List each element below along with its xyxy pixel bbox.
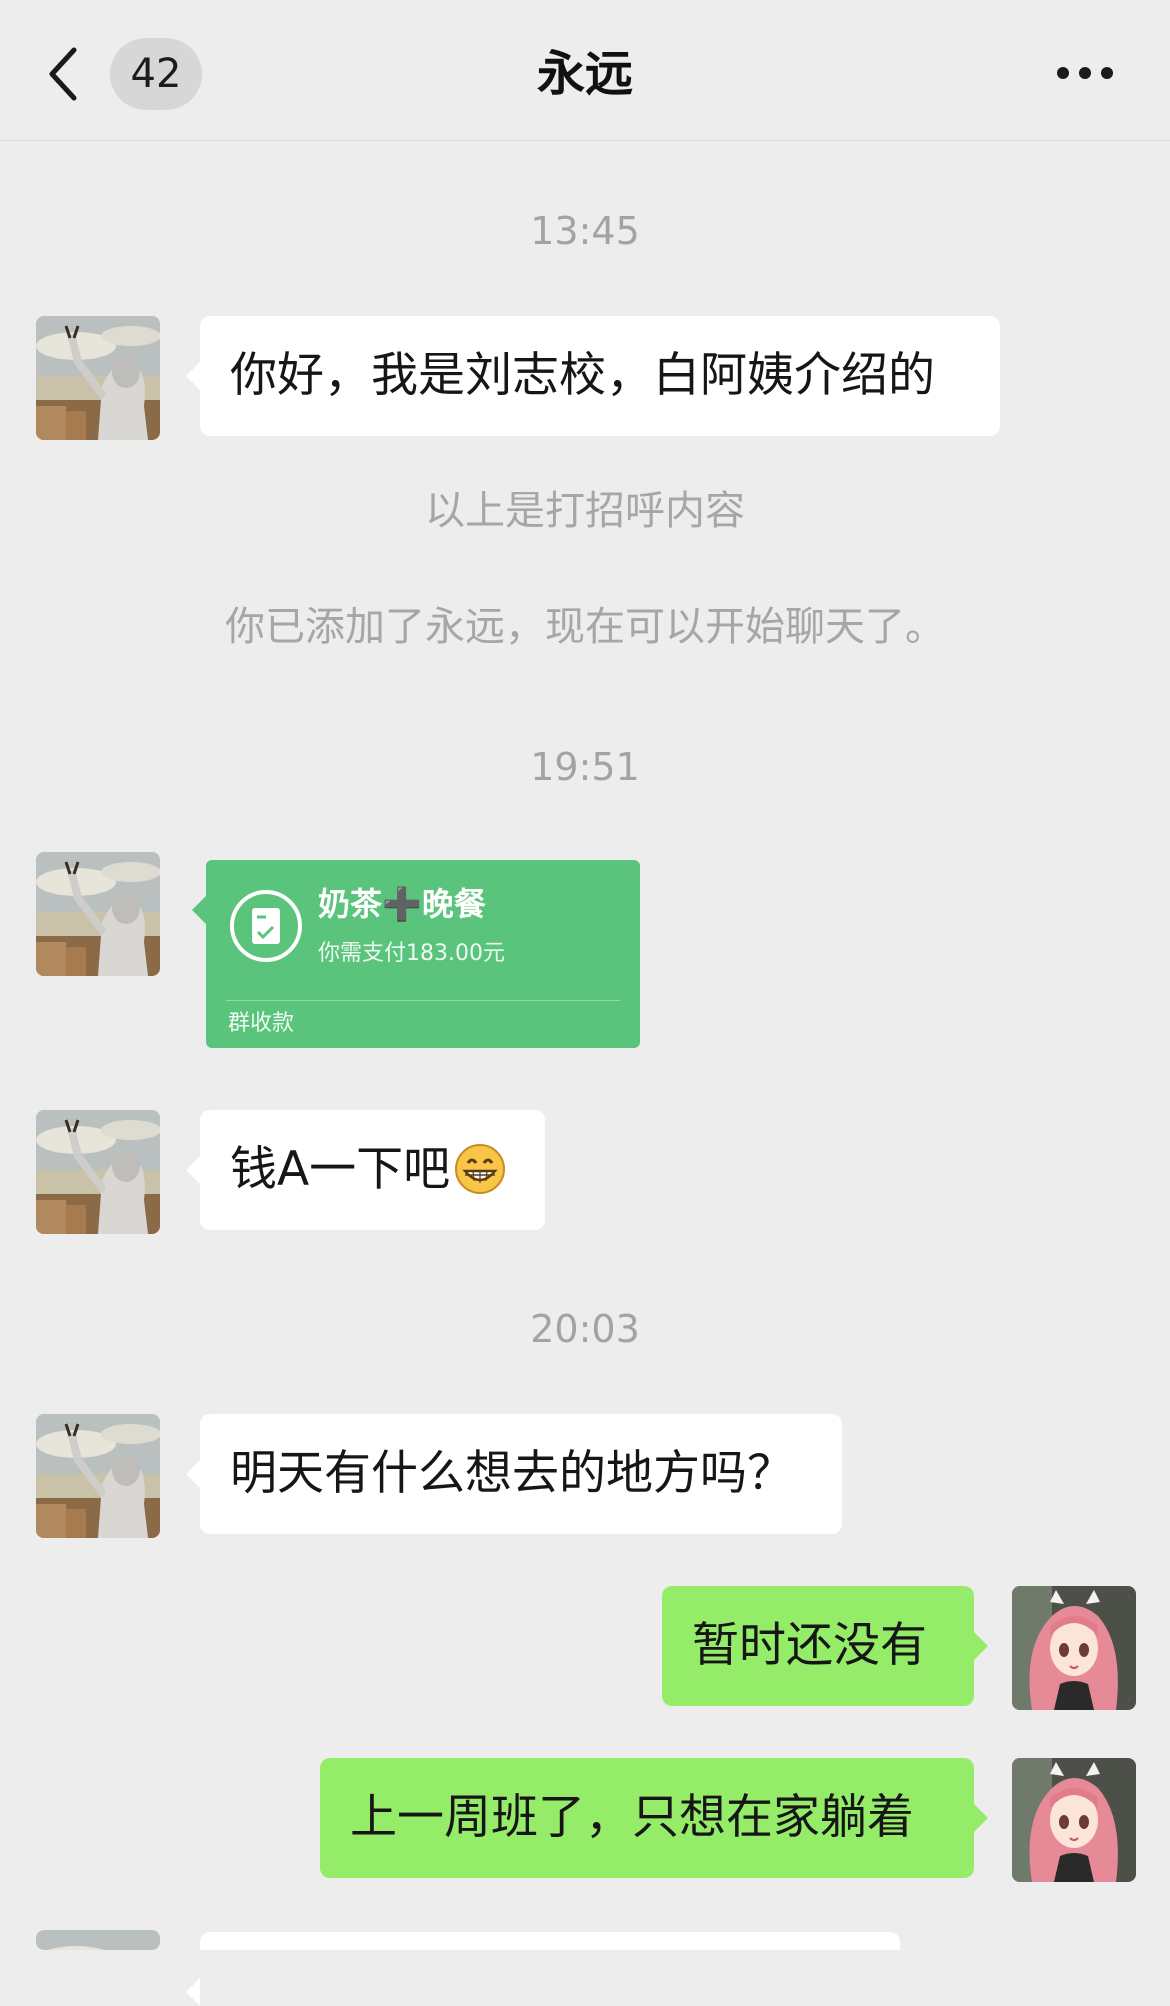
grinning-face-emoji-icon [455, 1143, 506, 1194]
collection-amount: 你需支付183.00元 [318, 941, 505, 966]
timestamp: 19:51 [530, 745, 640, 789]
back-arrow-icon[interactable] [44, 44, 84, 104]
contact-avatar[interactable] [36, 1930, 160, 1950]
contact-avatar[interactable] [36, 852, 160, 976]
chat-header: 42 永远 [0, 0, 1170, 141]
contact-avatar[interactable] [36, 1110, 160, 1234]
outgoing-message-bubble[interactable]: 暂时还没有 [662, 1586, 988, 1706]
collection-label: 群收款 [228, 1011, 295, 1036]
outgoing-message-bubble[interactable]: 上一周班了，只想在家躺着 [320, 1758, 988, 1878]
bill-icon [230, 890, 302, 962]
incoming-message-bubble-partial[interactable] [186, 1932, 900, 2006]
unread-count-badge[interactable]: 42 [110, 38, 202, 110]
chat-title: 永远 [536, 46, 633, 102]
timestamp: 13:45 [530, 209, 640, 253]
incoming-message-bubble[interactable]: 钱A一下吧 [186, 1110, 545, 1230]
contact-avatar[interactable] [36, 316, 160, 440]
card-divider [226, 1000, 620, 1001]
collection-title: 奶茶➕晚餐 [318, 885, 486, 923]
my-avatar[interactable] [1012, 1586, 1136, 1710]
group-collection-card[interactable]: 奶茶➕晚餐 你需支付183.00元 群收款 [192, 860, 640, 1048]
incoming-message-bubble[interactable]: 明天有什么想去的地方吗？ [186, 1414, 842, 1534]
more-options-icon[interactable] [1055, 60, 1115, 86]
incoming-message-bubble[interactable]: 你好，我是刘志校，白阿姨介绍的 [186, 316, 1000, 436]
my-avatar[interactable] [1012, 1758, 1136, 1882]
contact-avatar[interactable] [36, 1414, 160, 1538]
message-text: 钱A一下吧 [230, 1142, 451, 1197]
system-notice: 你已添加了永远，现在可以开始聊天了。 [225, 604, 945, 650]
system-notice: 以上是打招呼内容 [425, 488, 745, 534]
timestamp: 20:03 [530, 1307, 640, 1351]
